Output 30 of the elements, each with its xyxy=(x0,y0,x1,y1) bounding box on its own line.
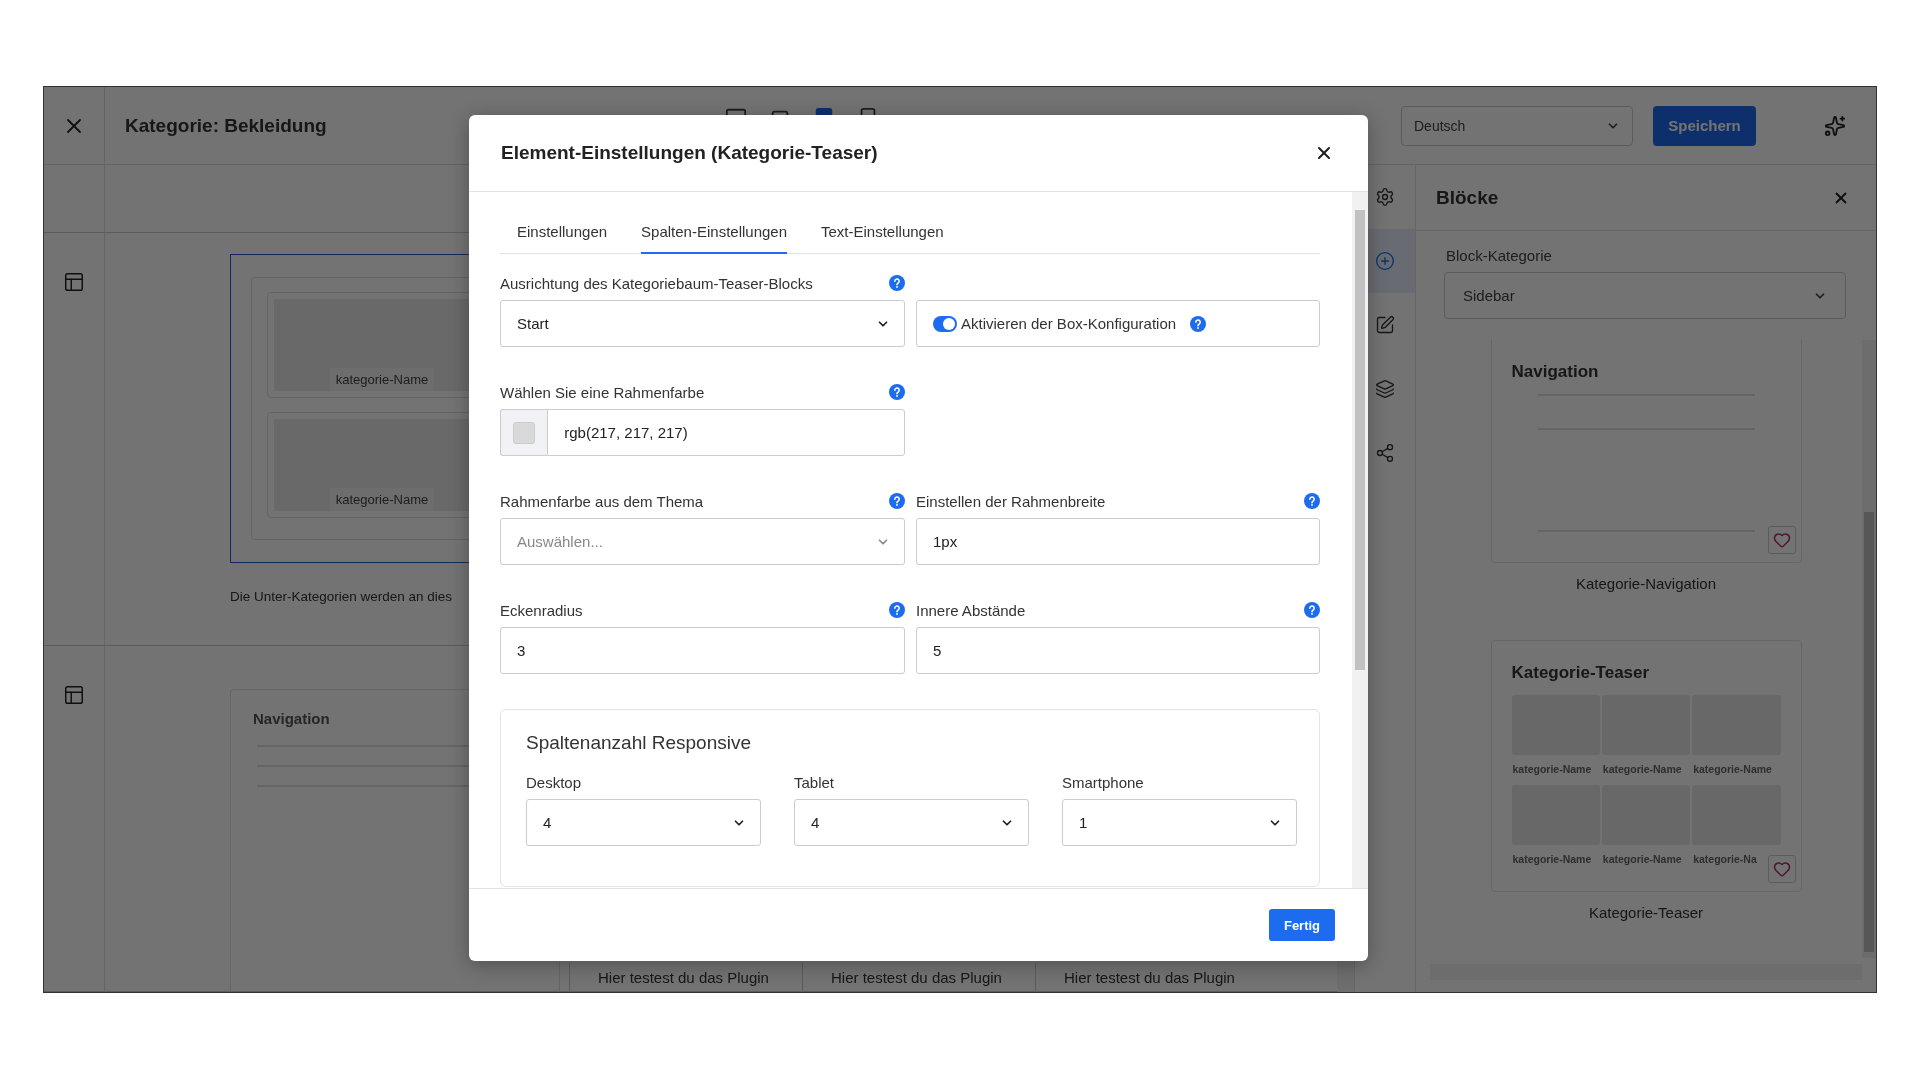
field-label: Einstellen der Rahmenbreite xyxy=(916,492,1106,510)
field-label: Wählen Sie eine Rahmenfarbe xyxy=(500,383,705,401)
card-title: Navigation xyxy=(1511,362,1600,382)
table-cell: Hier testest du das Plugin xyxy=(569,963,802,991)
card-title: Navigation xyxy=(253,710,331,727)
tile-label: kategorie-Name xyxy=(1601,762,1683,777)
tile-label: kategorie-Name xyxy=(1511,852,1593,867)
block-caption: Kategorie-Teaser xyxy=(1588,904,1704,921)
field-label: Block-Kategorie xyxy=(1446,247,1553,264)
toggle-label: Aktivieren der Box-Konfiguration xyxy=(961,315,1177,332)
hint-text: Die Unter-Kategorien werden an dies xyxy=(230,589,453,604)
dialog-title: Element-Einstellungen (Kategorie-Teaser) xyxy=(501,142,878,164)
tile-label: kategorie-Name xyxy=(1692,762,1773,777)
field-label: Rahmenfarbe aus dem Thema xyxy=(500,492,704,510)
field-label: Innere Abstände xyxy=(916,601,1026,619)
table-cell: Hier testest du das Plugin xyxy=(802,963,1035,991)
field-label: Smartphone xyxy=(1062,774,1145,791)
block-caption: Kategorie-Navigation xyxy=(1575,575,1717,592)
tile-label: kategorie-Name xyxy=(1511,762,1593,777)
table-cell: Hier testest du das Plugin xyxy=(1035,963,1268,991)
card-title: Kategorie-Teaser xyxy=(1511,663,1651,683)
tile-label: kategorie-Na xyxy=(1692,852,1758,867)
field-label: Eckenradius xyxy=(500,601,583,619)
tile-label: kategorie-Name xyxy=(329,368,435,391)
tile-label: kategorie-Name xyxy=(1601,852,1683,867)
tile-label: kategorie-Name xyxy=(329,488,435,511)
field-label: Ausrichtung des Kategoriebaum-Teaser-Blocks xyxy=(500,274,813,292)
panel-title: Blöcke xyxy=(1436,186,1499,209)
field-label: Tablet xyxy=(794,774,836,791)
page-title: Kategorie: Bekleidung xyxy=(125,114,328,137)
